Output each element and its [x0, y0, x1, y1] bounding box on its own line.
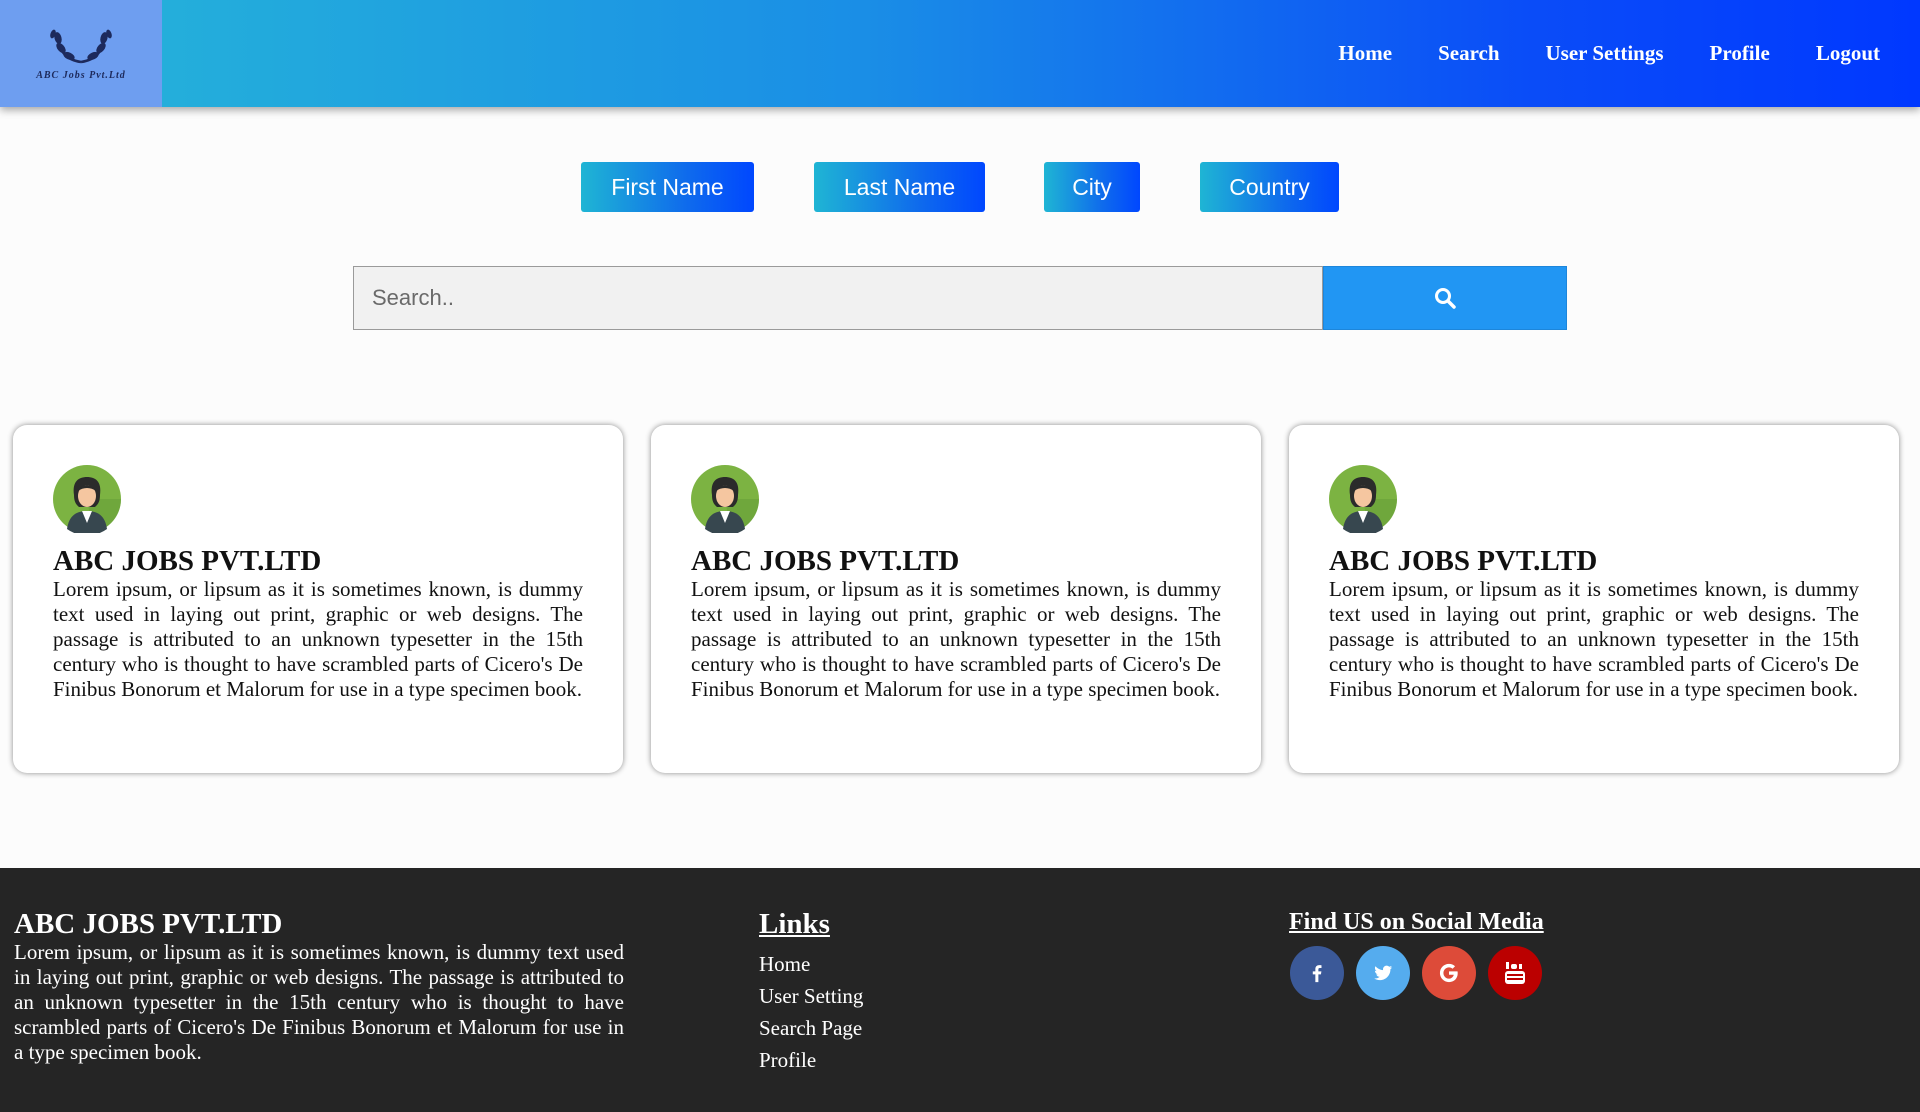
card-title: ABC JOBS PVT.LTD	[53, 545, 322, 577]
footer-about: ABC JOBS PVT.LTD Lorem ipsum, or lipsum …	[14, 908, 624, 1065]
youtube-button[interactable]	[1488, 946, 1542, 1000]
nav-user-settings-link[interactable]: User Settings	[1546, 41, 1664, 66]
company-card: ABC JOBS PVT.LTD Lorem ipsum, or lipsum …	[13, 425, 623, 773]
company-card: ABC JOBS PVT.LTD Lorem ipsum, or lipsum …	[1289, 425, 1899, 773]
avatar-icon	[53, 465, 121, 533]
facebook-button[interactable]	[1290, 946, 1344, 1000]
card-description: Lorem ipsum, or lipsum as it is sometime…	[691, 577, 1221, 701]
footer-links: Links Home User Setting Search Page Prof…	[759, 908, 863, 1076]
company-logo[interactable]: ABC Jobs Pvt.Ltd	[0, 0, 162, 107]
top-navbar: ABC Jobs Pvt.Ltd Home Search User Settin…	[0, 0, 1920, 107]
footer-link-profile[interactable]: Profile	[759, 1044, 863, 1076]
search-submit-button[interactable]	[1323, 266, 1567, 330]
logo-text: ABC Jobs Pvt.Ltd	[36, 70, 126, 81]
footer-link-user-setting[interactable]: User Setting	[759, 980, 863, 1012]
filter-city-button[interactable]: City	[1044, 162, 1140, 212]
facebook-icon	[1312, 965, 1322, 983]
nav-logout-link[interactable]: Logout	[1816, 41, 1880, 66]
footer-link-search-page[interactable]: Search Page	[759, 1012, 863, 1044]
twitter-button[interactable]	[1356, 946, 1410, 1000]
search-icon	[1435, 288, 1456, 309]
google-icon	[1439, 963, 1458, 983]
search-input[interactable]	[353, 266, 1323, 330]
filter-country-button[interactable]: Country	[1200, 162, 1339, 212]
footer-description: Lorem ipsum, or lipsum as it is sometime…	[14, 940, 624, 1064]
footer-social: Find US on Social Media	[1289, 908, 1553, 1000]
footer-social-heading: Find US on Social Media	[1289, 909, 1544, 935]
footer-title: ABC JOBS PVT.LTD	[14, 908, 283, 940]
nav-profile-link[interactable]: Profile	[1710, 41, 1770, 66]
main-nav: Home Search User Settings Profile Logout	[1292, 0, 1880, 107]
footer-links-heading: Links	[759, 908, 830, 940]
nav-home-link[interactable]: Home	[1338, 41, 1392, 66]
card-title: ABC JOBS PVT.LTD	[691, 545, 960, 577]
filter-last-name-button[interactable]: Last Name	[814, 162, 985, 212]
page-footer: ABC JOBS PVT.LTD Lorem ipsum, or lipsum …	[0, 868, 1920, 1112]
twitter-icon	[1374, 965, 1393, 981]
social-icons-row	[1289, 946, 1553, 1000]
youtube-icon	[1505, 962, 1525, 984]
footer-link-home[interactable]: Home	[759, 948, 863, 980]
filter-first-name-button[interactable]: First Name	[581, 162, 754, 212]
card-title: ABC JOBS PVT.LTD	[1329, 545, 1598, 577]
search-filter-buttons: First Name Last Name City Country	[0, 162, 1920, 212]
card-description: Lorem ipsum, or lipsum as it is sometime…	[53, 577, 583, 701]
avatar-icon	[691, 465, 759, 533]
google-button[interactable]	[1422, 946, 1476, 1000]
card-description: Lorem ipsum, or lipsum as it is sometime…	[1329, 577, 1859, 701]
search-bar	[353, 266, 1567, 330]
avatar-icon	[1329, 465, 1397, 533]
nav-search-link[interactable]: Search	[1438, 41, 1499, 66]
company-card: ABC JOBS PVT.LTD Lorem ipsum, or lipsum …	[651, 425, 1261, 773]
laurel-logo-icon	[50, 29, 112, 64]
